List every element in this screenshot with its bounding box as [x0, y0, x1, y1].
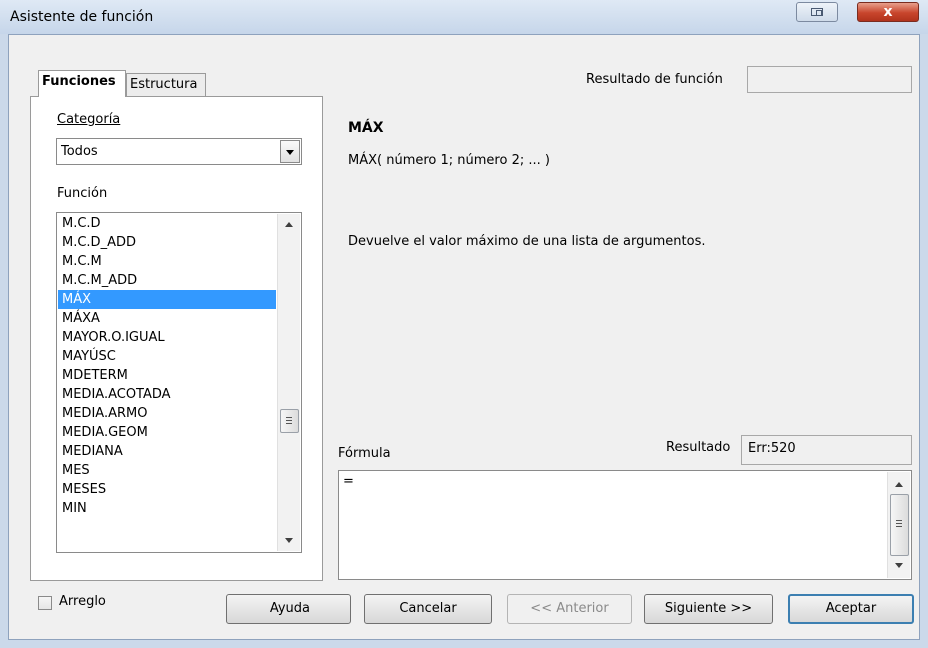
function-syntax: MÁX( número 1; número 2; ... ) — [348, 153, 550, 168]
grip-line — [896, 523, 902, 524]
formula-text[interactable]: = — [343, 474, 354, 489]
list-item[interactable]: MEDIA.GEOM — [58, 423, 276, 442]
list-item[interactable]: MESES — [58, 480, 276, 499]
tab-label: Estructura — [130, 77, 198, 92]
close-button[interactable]: x — [857, 2, 919, 22]
back-button[interactable]: << Anterior — [507, 594, 632, 624]
scroll-down-icon[interactable] — [285, 538, 293, 543]
window-title: Asistente de función — [10, 9, 154, 25]
ok-button[interactable]: Aceptar — [788, 594, 914, 624]
scrollbar-thumb[interactable] — [890, 494, 909, 556]
restore-button[interactable] — [796, 2, 838, 22]
function-list-items: M.C.D M.C.D_ADD M.C.M M.C.M_ADD MÁX MÁXA… — [58, 214, 276, 518]
result-label: Resultado — [666, 440, 731, 455]
scroll-up-icon[interactable] — [895, 482, 903, 487]
tab-label: Funciones — [42, 74, 116, 89]
function-list[interactable]: M.C.D M.C.D_ADD M.C.M M.C.M_ADD MÁX MÁXA… — [56, 212, 302, 553]
list-item[interactable]: M.C.D_ADD — [58, 233, 276, 252]
formula-label: Fórmula — [338, 446, 391, 461]
scrollbar-thumb[interactable] — [280, 409, 299, 433]
scroll-up-icon[interactable] — [285, 222, 293, 227]
function-result-field — [747, 66, 912, 93]
grip-line — [286, 420, 292, 421]
cancel-button[interactable]: Cancelar — [364, 594, 492, 624]
category-label: Categoría — [57, 112, 120, 127]
grip-line — [286, 417, 292, 418]
list-item[interactable]: MES — [58, 461, 276, 480]
category-selected-value: Todos — [61, 144, 98, 159]
function-name: MÁX — [348, 120, 384, 136]
list-item[interactable]: M.C.D — [58, 214, 276, 233]
tab-estructura[interactable]: Estructura — [126, 73, 206, 96]
category-label-text: Categoría — [57, 112, 121, 127]
function-label: Función — [57, 186, 108, 201]
function-description: Devuelve el valor máximo de una lista de… — [348, 234, 706, 249]
scroll-down-icon[interactable] — [895, 563, 903, 568]
cancel-button-label: Cancelar — [399, 601, 457, 616]
close-icon: x — [883, 4, 893, 20]
list-item-selected[interactable]: MÁX — [58, 290, 276, 309]
formula-input[interactable]: = — [338, 470, 912, 580]
list-item[interactable]: MDETERM — [58, 366, 276, 385]
list-item[interactable]: MEDIA.ARMO — [58, 404, 276, 423]
grip-line — [286, 423, 292, 424]
list-item[interactable]: MEDIA.ACOTADA — [58, 385, 276, 404]
title-bar[interactable]: Asistente de función x — [0, 0, 928, 34]
list-item[interactable]: MAYÚSC — [58, 347, 276, 366]
list-item[interactable]: M.C.M — [58, 252, 276, 271]
grip-line — [896, 526, 902, 527]
array-checkbox-label[interactable]: Arreglo — [59, 594, 106, 609]
list-item[interactable]: MIN — [58, 499, 276, 518]
list-item[interactable]: M.C.M_ADD — [58, 271, 276, 290]
function-result-label: Resultado de función — [586, 72, 723, 87]
list-item[interactable]: MEDIANA — [58, 442, 276, 461]
tab-funciones[interactable]: Funciones — [38, 70, 126, 97]
ok-button-label: Aceptar — [825, 601, 877, 616]
help-button[interactable]: Ayuda — [226, 594, 351, 624]
restore-icon — [811, 8, 823, 16]
list-item[interactable]: MAYOR.O.IGUAL — [58, 328, 276, 347]
chevron-down-icon[interactable] — [280, 140, 300, 163]
next-button[interactable]: Siguiente >> — [644, 594, 773, 624]
result-field: Err:520 — [741, 435, 912, 465]
back-button-label: << Anterior — [530, 601, 609, 616]
array-checkbox[interactable] — [38, 596, 52, 610]
list-item[interactable]: MÁXA — [58, 309, 276, 328]
next-button-label: Siguiente >> — [664, 601, 753, 616]
help-button-label: Ayuda — [269, 601, 310, 616]
function-list-scrollbar[interactable] — [277, 214, 300, 551]
category-select[interactable]: Todos — [56, 138, 302, 165]
grip-line — [896, 520, 902, 521]
formula-scrollbar[interactable] — [887, 472, 910, 578]
